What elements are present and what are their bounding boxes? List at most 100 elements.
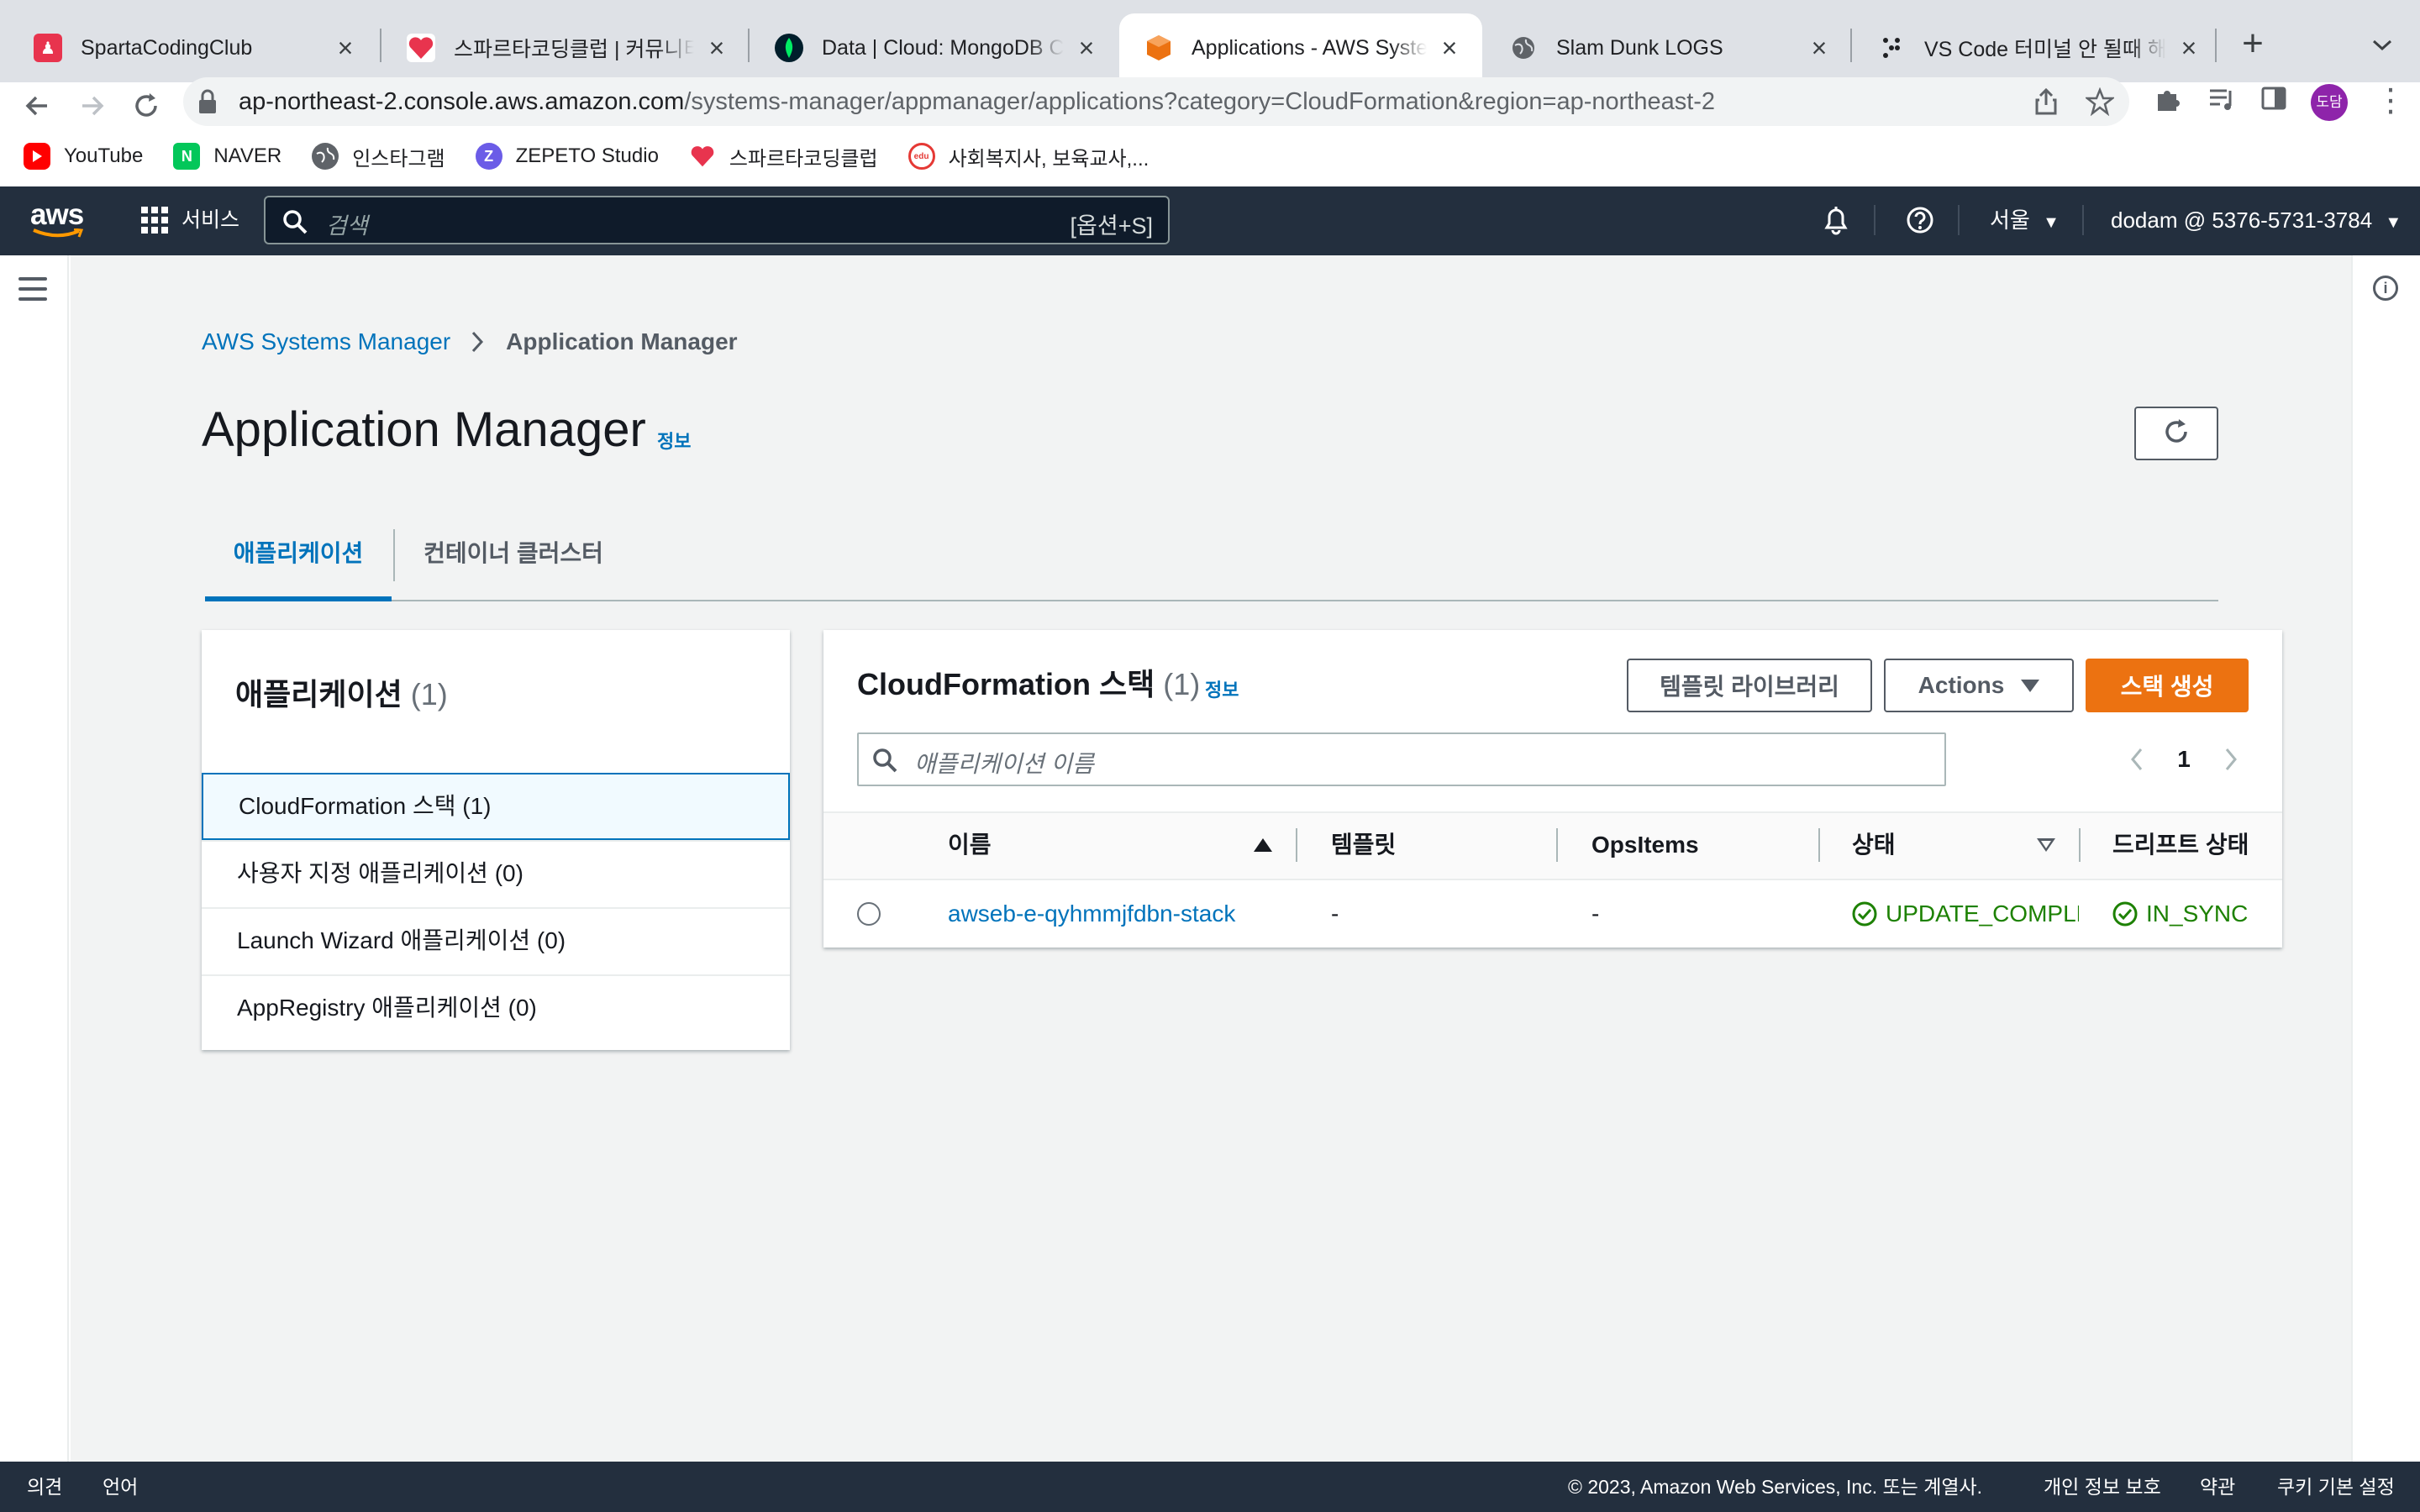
nav-divider [1874, 205, 1876, 235]
privacy-link[interactable]: 개인 정보 보호 [2044, 1462, 2161, 1512]
template-library-button[interactable]: 템플릿 라이브러리 [1627, 659, 1872, 712]
browser-tab-spartacodingclub[interactable]: ♟ SpartaCodingClub × [8, 13, 378, 82]
search-icon [282, 209, 308, 234]
account-label: dodam @ 5376-5731-3784 [2111, 207, 2373, 233]
bookmark-star-icon[interactable] [2084, 87, 2116, 117]
caret-down-icon [2021, 679, 2040, 692]
close-tab-icon[interactable]: × [1435, 33, 1464, 63]
side-panel-icon[interactable] [2257, 84, 2291, 118]
actions-label: Actions [1918, 672, 2005, 698]
application-name-search-input[interactable]: 애플리케이션 이름 [857, 732, 1946, 786]
actions-dropdown-button[interactable]: Actions [1884, 659, 2074, 712]
edu-icon: edu [908, 143, 935, 170]
next-page-chevron-icon[interactable] [2218, 739, 2244, 780]
browser-tab-vscode-terminal[interactable]: VS Code 터미널 안 될때 해결법 × [1852, 13, 2222, 82]
share-icon[interactable] [2032, 87, 2060, 116]
category-appregistry[interactable]: AppRegistry 애플리케이션 (0) [202, 974, 790, 1042]
sort-ascending-icon[interactable] [1254, 838, 1272, 852]
services-menu-button[interactable]: 서비스 [182, 205, 239, 235]
nav-divider [2082, 205, 2084, 235]
new-tab-button[interactable]: + [2232, 24, 2274, 66]
help-icon[interactable] [1906, 205, 1934, 235]
services-grid-icon[interactable] [141, 207, 168, 234]
category-cloudformation-stacks[interactable]: CloudFormation 스택 (1) [202, 773, 790, 840]
column-header-status[interactable]: 상태 [1852, 830, 1896, 860]
breadcrumb: AWS Systems Manager Application Manager [202, 328, 738, 356]
extensions-puzzle-icon[interactable] [2151, 84, 2185, 118]
close-tab-icon[interactable]: × [1805, 33, 1833, 63]
previous-page-chevron-icon[interactable] [2124, 739, 2149, 780]
column-header-drift-status[interactable]: 드리프트 상태 [2112, 830, 2249, 860]
globe-icon [312, 143, 339, 170]
forward-arrow-icon[interactable] [69, 82, 116, 129]
breadcrumb-current: Application Manager [506, 328, 738, 354]
page-info-link[interactable]: 정보 [657, 427, 691, 454]
refresh-button[interactable] [2134, 407, 2218, 460]
stack-name-link[interactable]: awseb-e-qyhmmjfdbn-stack [948, 897, 1235, 931]
browser-tab-slam-dunk-logs[interactable]: Slam Dunk LOGS × [1484, 13, 1852, 82]
hamburger-menu-icon[interactable] [18, 277, 47, 301]
back-arrow-icon[interactable] [13, 82, 60, 129]
column-resizer[interactable] [1556, 828, 1558, 862]
browser-tab-mongodb[interactable]: Data | Cloud: MongoDB Cloud × [750, 13, 1119, 82]
bookmark-naver[interactable]: N NAVER [173, 143, 281, 170]
caret-down-icon: ▼ [2385, 213, 2402, 232]
column-resizer[interactable] [2079, 828, 2081, 862]
close-tab-icon[interactable]: × [1072, 33, 1101, 63]
column-header-template[interactable]: 템플릿 [1331, 830, 1396, 860]
lock-icon[interactable] [195, 87, 220, 116]
language-link[interactable]: 언어 [103, 1462, 138, 1512]
aws-console-search[interactable]: 검색 [옵션+S] [264, 196, 1170, 244]
tab-title: 스파르타코딩클럽 | 커뮤니티 [454, 38, 694, 61]
browser-tab-aws-applications[interactable]: Applications - AWS Systems Manager × [1119, 13, 1482, 82]
create-stack-button[interactable]: 스택 생성 [2086, 659, 2249, 712]
aws-logo[interactable]: aws [30, 198, 84, 232]
breadcrumb-systems-manager[interactable]: AWS Systems Manager [202, 328, 450, 356]
reload-icon[interactable] [123, 82, 170, 129]
success-check-icon [1852, 901, 1877, 927]
notifications-bell-icon[interactable] [1822, 205, 1850, 235]
search-placeholder: 애플리케이션 이름 [914, 751, 1094, 777]
tab-title: Data | Cloud: MongoDB Cloud [822, 35, 1064, 60]
search-shortcut-hint: [옵션+S] [1070, 213, 1153, 239]
feedback-link[interactable]: 의견 [27, 1462, 62, 1512]
bookmark-instagram[interactable]: 인스타그램 [312, 142, 445, 171]
column-resizer[interactable] [1818, 828, 1820, 862]
tab-title: VS Code 터미널 안 될때 해결법 [1924, 38, 2166, 61]
youtube-icon [24, 143, 50, 170]
stacks-info-link[interactable]: 정보 [1205, 675, 1239, 702]
category-custom-applications[interactable]: 사용자 지정 애플리케이션 (0) [202, 840, 790, 907]
sort-unsorted-icon[interactable] [2037, 838, 2055, 852]
column-header-opsitems[interactable]: OpsItems [1591, 830, 1699, 860]
cookie-preferences-link[interactable]: 쿠키 기본 설정 [2277, 1462, 2395, 1512]
region-selector[interactable]: 서울 ▼ [1990, 205, 2060, 235]
tab-container-clusters[interactable]: 컨테이너 클러스터 [408, 521, 618, 601]
bookmark-sparta[interactable]: 스파르타코딩클럽 [689, 142, 878, 171]
url-text[interactable]: ap-northeast-2.console.aws.amazon.com/sy… [239, 86, 1715, 118]
terms-link[interactable]: 약관 [2200, 1462, 2235, 1512]
tab-applications[interactable]: 애플리케이션 [205, 521, 392, 601]
close-tab-icon[interactable]: × [331, 33, 360, 63]
application-category-panel: 애플리케이션 (1) CloudFormation 스택 (1) 사용자 지정 … [202, 630, 790, 1050]
profile-avatar[interactable]: 도담 [2311, 84, 2348, 121]
category-launch-wizard[interactable]: Launch Wizard 애플리케이션 (0) [202, 907, 790, 974]
media-queue-icon[interactable] [2205, 84, 2238, 118]
column-resizer[interactable] [1296, 828, 1297, 862]
browser-menu-icon[interactable]: ⋮ [2375, 82, 2407, 119]
current-page-number[interactable]: 1 [2171, 739, 2196, 780]
close-tab-icon[interactable]: × [702, 33, 731, 63]
account-menu[interactable]: dodam @ 5376-5731-3784 ▼ [2111, 205, 2402, 235]
browser-tab-sparta-community[interactable]: 스파르타코딩클럽 | 커뮤니티 × [381, 13, 750, 82]
bookmark-label: 스파르타코딩클럽 [729, 147, 878, 171]
table-header [823, 811, 2282, 880]
info-panel-icon[interactable]: i [2373, 276, 2398, 301]
close-tab-icon[interactable]: × [2175, 33, 2203, 63]
bookmark-label: ZEPETO Studio [515, 144, 659, 167]
bookmark-youtube[interactable]: YouTube [24, 143, 143, 170]
bookmark-social-worker[interactable]: edu 사회복지사, 보육교사,... [908, 142, 1149, 171]
row-select-radio[interactable] [857, 902, 881, 926]
bookmark-zepeto[interactable]: Z ZEPETO Studio [475, 143, 659, 170]
tab-divider [393, 529, 395, 581]
column-header-name[interactable]: 이름 [948, 830, 992, 860]
tab-search-chevron-icon[interactable] [2361, 24, 2403, 66]
